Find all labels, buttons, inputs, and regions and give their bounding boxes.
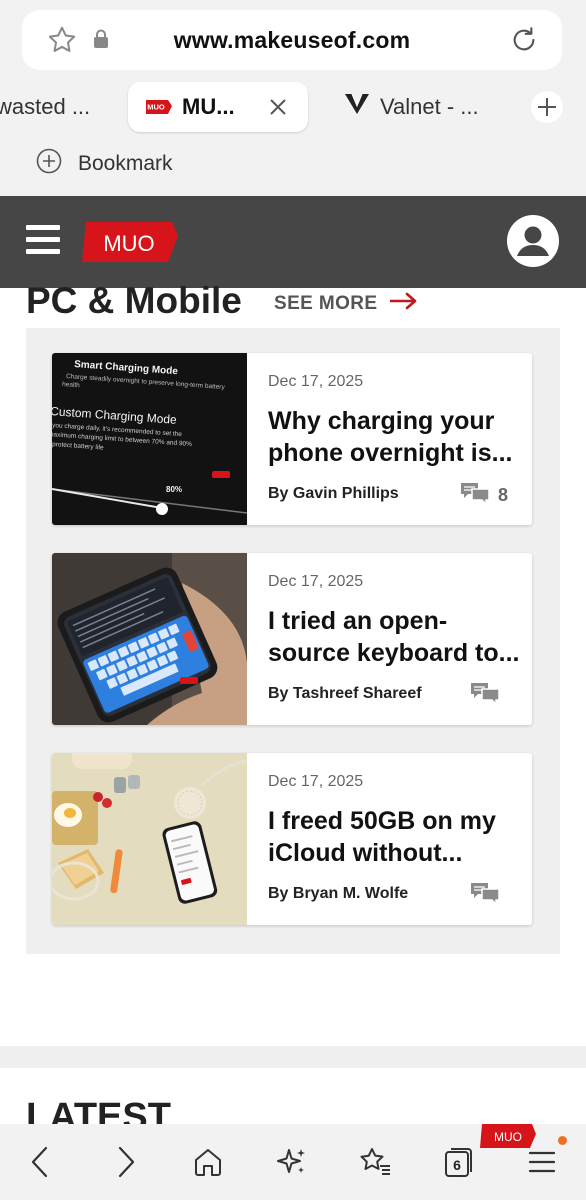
comments-link[interactable]: 8 — [460, 481, 508, 510]
article-thumbnail-icloud[interactable] — [52, 753, 248, 925]
site-header: MUO — [0, 196, 586, 288]
comments-link[interactable] — [470, 681, 508, 710]
thumb-text-percent: 80% — [166, 485, 182, 494]
tab-label: Valnet - ... — [380, 94, 479, 119]
url-text[interactable]: www.makeuseof.com — [122, 27, 462, 54]
svg-text:MUO: MUO — [147, 103, 165, 112]
bookmark-label: Bookmark — [78, 151, 173, 175]
article-card[interactable]: Dec 17, 2025 I tried an open-source keyb… — [52, 553, 532, 725]
address-bar[interactable]: www.makeuseof.com — [22, 10, 562, 70]
tab-muo-active[interactable]: MUO MU... — [128, 82, 308, 132]
article-author[interactable]: By Bryan M. Wolfe — [268, 885, 408, 903]
article-card[interactable]: Dec 17, 2025 I freed 50GB on my iCloud w… — [52, 753, 532, 925]
muo-favicon-icon: MUO — [146, 94, 172, 120]
article-date: Dec 17, 2025 — [268, 573, 364, 590]
star-icon[interactable] — [46, 24, 78, 61]
ai-sparkle-icon[interactable] — [272, 1142, 312, 1182]
muo-badge-icon: MUO — [480, 1124, 538, 1155]
new-tab-plus-icon[interactable] — [530, 90, 564, 129]
bookmarks-star-list-icon[interactable] — [355, 1142, 395, 1182]
article-date: Dec 17, 2025 — [268, 773, 364, 790]
tab-strip: wasted ... MUO MU... Valnet - ... — [0, 82, 586, 134]
close-tab-icon[interactable] — [268, 97, 288, 123]
hamburger-menu-icon[interactable] — [26, 225, 60, 255]
arrow-right-icon — [389, 292, 418, 315]
back-arrow-icon[interactable] — [20, 1142, 60, 1182]
notification-dot — [558, 1136, 567, 1145]
articles-panel: Smart Charging Mode Charge steadily over… — [26, 328, 560, 954]
article-date: Dec 17, 2025 — [268, 373, 364, 390]
browser-bottom-toolbar: 6 MUO — [0, 1124, 586, 1200]
section-divider — [0, 1046, 586, 1068]
section-title[interactable]: PC & Mobile — [26, 278, 242, 318]
browser-top-chrome: www.makeuseof.com wasted ... MUO MU... V… — [0, 0, 586, 196]
reload-icon[interactable] — [508, 24, 540, 61]
comments-link[interactable] — [470, 881, 508, 910]
tab-valnet[interactable]: Valnet - ... — [344, 82, 514, 132]
muo-logo[interactable]: MUO — [80, 216, 180, 273]
latest-section-title[interactable]: LATEST — [26, 1096, 171, 1124]
forward-arrow-icon[interactable] — [106, 1142, 146, 1182]
tab-label: MU... — [182, 94, 235, 119]
article-thumbnail-keyboard[interactable] — [52, 553, 247, 725]
thumb-text-line: health — [62, 381, 81, 389]
article-title[interactable]: I tried an open-source keyboard to... — [268, 605, 520, 669]
valnet-favicon-icon — [344, 93, 370, 121]
see-more-link[interactable]: SEE MORE — [274, 292, 418, 315]
see-more-label: SEE MORE — [274, 292, 378, 314]
tab-count: 6 — [453, 1157, 461, 1173]
article-card[interactable]: Smart Charging Mode Charge steadily over… — [52, 353, 532, 525]
article-thumbnail-charging[interactable]: Smart Charging Mode Charge steadily over… — [52, 353, 248, 525]
badge-logo-text: MUO — [494, 1130, 522, 1144]
bookmark-button[interactable]: Bookmark — [36, 148, 173, 179]
lock-icon — [92, 29, 110, 54]
comments-icon — [470, 881, 500, 910]
home-icon[interactable] — [188, 1142, 228, 1182]
comments-icon — [470, 681, 500, 710]
comments-icon — [460, 481, 490, 510]
tab-wasted[interactable]: wasted ... — [0, 82, 116, 132]
logo-text: MUO — [103, 231, 154, 256]
tab-label: wasted ... — [0, 94, 91, 119]
article-title[interactable]: I freed 50GB on my iCloud without... — [268, 805, 520, 869]
account-avatar-icon[interactable] — [506, 214, 560, 273]
article-author[interactable]: By Tashreef Shareef — [268, 685, 422, 703]
article-title[interactable]: Why charging your phone overnight is... — [268, 405, 520, 469]
add-circle-icon — [36, 148, 62, 179]
article-author[interactable]: By Gavin Phillips — [268, 485, 399, 503]
comment-count: 8 — [497, 485, 508, 505]
tabs-overview-button[interactable]: 6 — [438, 1142, 478, 1182]
